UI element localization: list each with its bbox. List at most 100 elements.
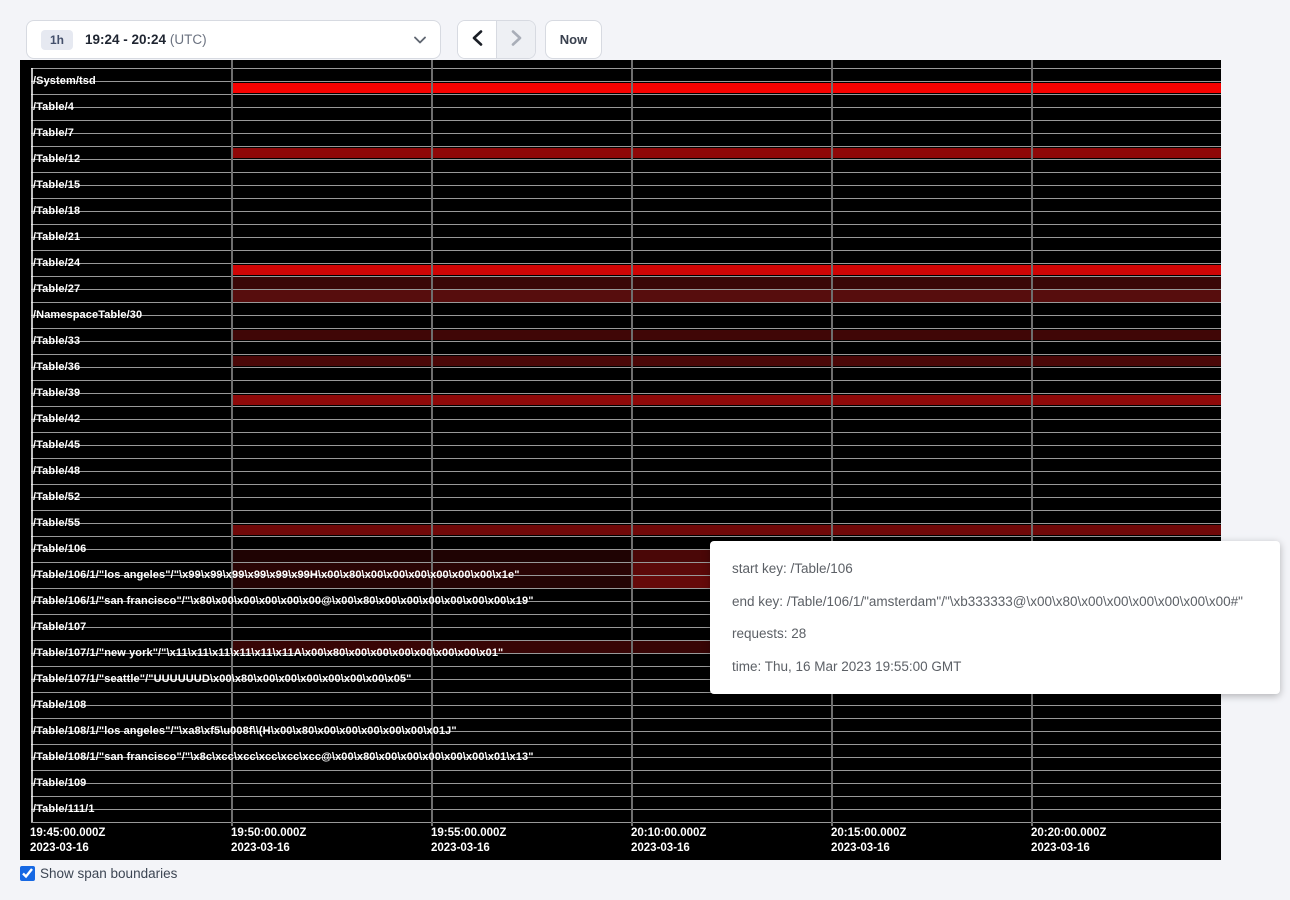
- heatmap-row-label: /Table/106/1/"los angeles"/"\x99\x99\x99…: [33, 569, 520, 581]
- span-boundary-line: [31, 822, 1221, 823]
- heatmap-row-label: /Table/18: [33, 205, 80, 217]
- duration-chip: 1h: [41, 30, 73, 50]
- heatmap-row-label: /Table/106: [33, 543, 86, 555]
- span-boundary-line: [31, 263, 1221, 264]
- span-boundary-line: [31, 458, 1221, 459]
- heatmap-band: [231, 83, 1221, 93]
- heatmap-row-label: /NamespaceTable/30: [33, 309, 142, 321]
- x-axis-tick-label: 20:15:00.000Z 2023-03-16: [831, 826, 906, 856]
- x-axis-tick-label: 20:10:00.000Z 2023-03-16: [631, 826, 706, 856]
- x-axis-tick-label: 20:20:00.000Z 2023-03-16: [1031, 826, 1106, 856]
- heatmap-row-label: /Table/42: [33, 413, 80, 425]
- span-boundary-line: [31, 172, 1221, 173]
- heatmap-row-label: /Table/55: [33, 517, 80, 529]
- time-range-value: 19:24 - 20:24: [85, 32, 166, 47]
- time-range-label: 19:24 - 20:24 (UTC): [85, 32, 207, 47]
- tooltip-end-key: end key: /Table/106/1/"amsterdam"/"\xb33…: [732, 594, 1258, 609]
- span-boundary-line: [31, 770, 1221, 771]
- heatmap-row-label: /Table/107: [33, 621, 86, 633]
- heatmap-row-label: /Table/7: [33, 127, 74, 139]
- key-visualizer-heatmap[interactable]: /System/tsd/Table/4/Table/7/Table/12/Tab…: [20, 60, 1221, 860]
- heatmap-band: [231, 265, 1221, 275]
- heatmap-band: [231, 330, 1221, 340]
- span-boundary-line: [31, 185, 1221, 186]
- span-boundary-line: [31, 783, 1221, 784]
- show-span-boundaries-checkbox[interactable]: [20, 866, 35, 881]
- heatmap-band: [231, 356, 1221, 366]
- heatmap-row-label: /Table/24: [33, 257, 80, 269]
- prev-interval-button[interactable]: [458, 21, 496, 58]
- heatmap-band: [231, 148, 1221, 158]
- span-boundary-line: [31, 146, 1221, 147]
- time-nav-group: [457, 20, 536, 59]
- span-boundary-line: [31, 796, 1221, 797]
- span-boundary-line: [31, 276, 1221, 277]
- time-gridline: [431, 60, 433, 826]
- heatmap-row-label: /Table/111/1: [33, 803, 95, 815]
- span-boundary-line: [31, 718, 1221, 719]
- heatmap-row-label: /Table/107/1/"seattle"/"UUUUUUD\x00\x80\…: [33, 673, 411, 685]
- span-boundary-line: [31, 341, 1221, 342]
- utc-suffix: (UTC): [170, 32, 207, 47]
- time-range-selector[interactable]: 1h 19:24 - 20:24 (UTC): [26, 20, 441, 59]
- now-button[interactable]: Now: [545, 20, 602, 59]
- heatmap-band: [231, 395, 1221, 405]
- heatmap-row-label: /Table/45: [33, 439, 80, 451]
- span-boundary-line: [31, 302, 1221, 303]
- heatmap-row-label: /Table/39: [33, 387, 80, 399]
- time-gridline: [631, 60, 633, 826]
- span-boundary-line: [31, 94, 1221, 95]
- tooltip-start-key: start key: /Table/106: [732, 561, 1258, 576]
- span-boundary-line: [31, 471, 1221, 472]
- heatmap-row-label: /Table/33: [33, 335, 80, 347]
- x-axis-tick-label: 19:45:00.000Z 2023-03-16: [30, 826, 105, 856]
- span-boundary-line: [31, 744, 1221, 745]
- span-boundary-line: [31, 809, 1221, 810]
- span-boundary-line: [31, 705, 1221, 706]
- span-boundary-line: [31, 237, 1221, 238]
- span-boundary-line: [31, 419, 1221, 420]
- heatmap-row-label: /Table/109: [33, 777, 86, 789]
- span-boundary-line: [31, 367, 1221, 368]
- chevron-down-icon: [414, 36, 426, 44]
- heatmap-band: [231, 290, 1221, 302]
- heatmap-row-label: /Table/107/1/"new york"/"\x11\x11\x11\x1…: [33, 647, 503, 659]
- span-boundary-line: [31, 445, 1221, 446]
- chevron-left-icon: [472, 30, 483, 49]
- span-boundary-line: [31, 120, 1221, 121]
- span-boundary-line: [31, 224, 1221, 225]
- heatmap-row-label: /Table/15: [33, 179, 80, 191]
- span-boundary-line: [31, 432, 1221, 433]
- heatmap-row-label: /Table/108/1/"san francisco"/"\x8c\xcc\x…: [33, 751, 534, 763]
- span-boundary-line: [31, 380, 1221, 381]
- span-boundary-line: [31, 354, 1221, 355]
- heatmap-row-label: /Table/108/1/"los angeles"/"\xa8\xf5\u00…: [33, 725, 457, 737]
- heatmap-row-label: /Table/108: [33, 699, 86, 711]
- time-gridline: [231, 60, 233, 826]
- tooltip-time: time: Thu, 16 Mar 2023 19:55:00 GMT: [732, 659, 1258, 674]
- time-gridline: [1031, 60, 1033, 826]
- heatmap-row-label: /Table/48: [33, 465, 80, 477]
- span-boundary-line: [31, 328, 1221, 329]
- next-interval-button[interactable]: [496, 21, 535, 58]
- time-gridline: [831, 60, 833, 826]
- span-boundary-line: [31, 497, 1221, 498]
- x-axis-tick-label: 19:50:00.000Z 2023-03-16: [231, 826, 306, 856]
- heatmap-band: [231, 525, 1221, 535]
- heatmap-tooltip: start key: /Table/106 end key: /Table/10…: [710, 541, 1280, 694]
- span-boundary-line: [31, 406, 1221, 407]
- show-span-boundaries-label: Show span boundaries: [40, 866, 177, 881]
- heatmap-row-label: /Table/12: [33, 153, 80, 165]
- heatmap-row-label: /Table/21: [33, 231, 80, 243]
- show-span-boundaries-control[interactable]: Show span boundaries: [20, 866, 177, 881]
- heatmap-row-label: /Table/4: [33, 101, 74, 113]
- heatmap-row-label: /Table/36: [33, 361, 80, 373]
- span-boundary-line: [31, 523, 1221, 524]
- tooltip-requests: requests: 28: [732, 626, 1258, 641]
- span-boundary-line: [31, 68, 1221, 69]
- span-boundary-line: [31, 211, 1221, 212]
- heatmap-row-label: /Table/52: [33, 491, 80, 503]
- heatmap-row-label: /Table/27: [33, 283, 80, 295]
- span-boundary-line: [31, 250, 1221, 251]
- chevron-right-icon: [511, 30, 522, 49]
